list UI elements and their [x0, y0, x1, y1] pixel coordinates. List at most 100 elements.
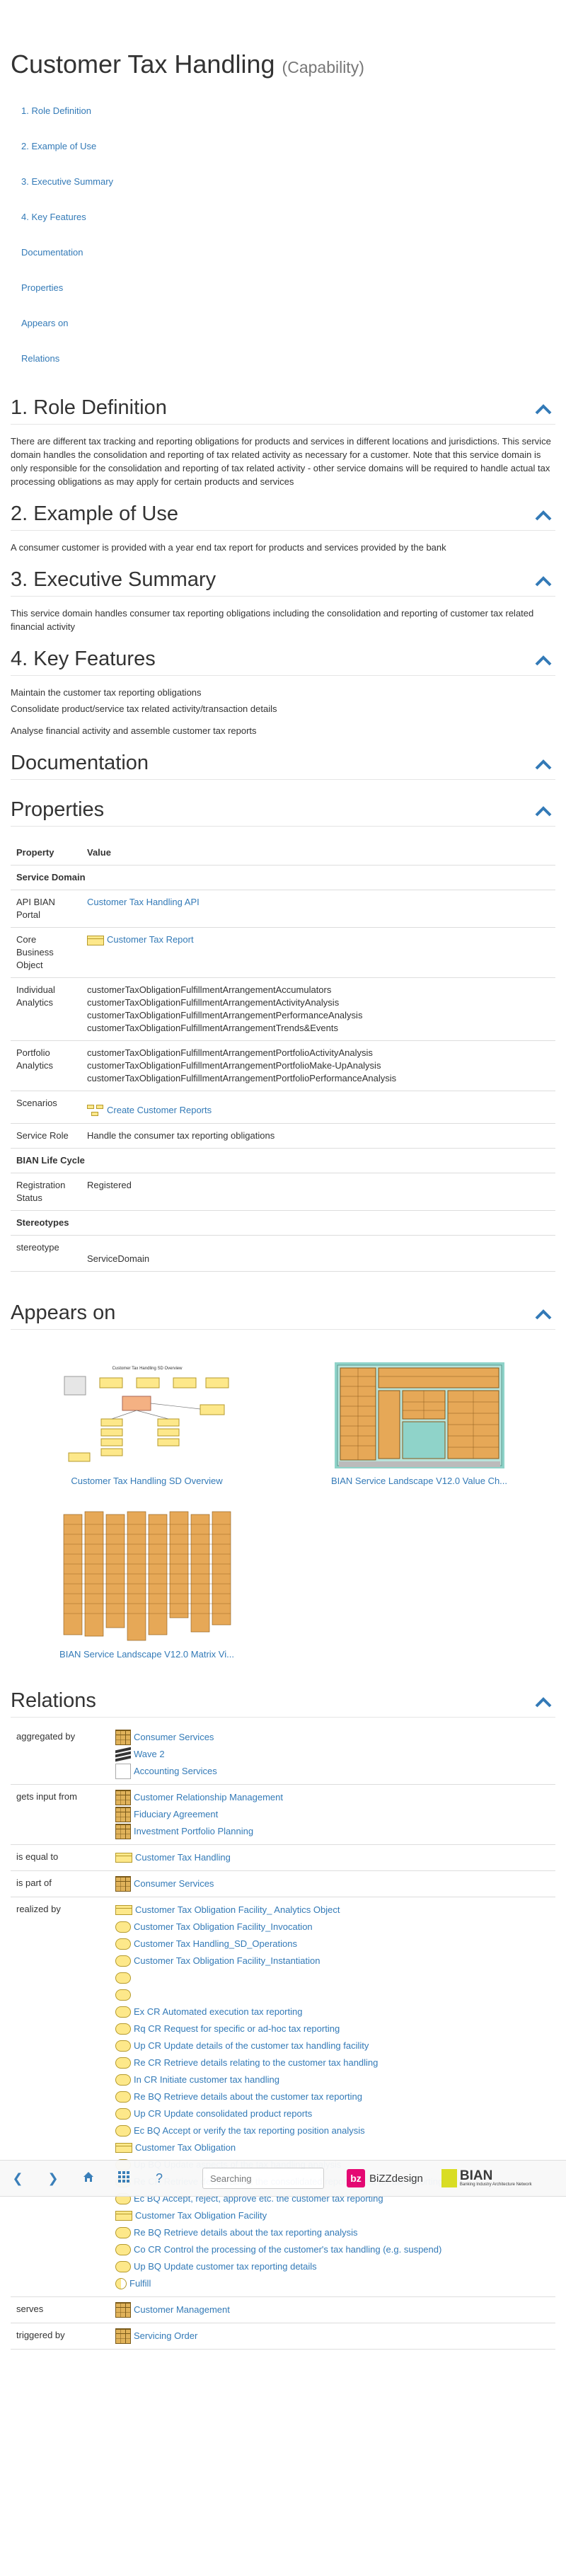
relation-link[interactable]: Co CR Control the processing of the cust… [134, 2242, 441, 2258]
relation-link[interactable]: Customer Tax Handling_SD_Operations [134, 1936, 297, 1952]
section-header-example-of-use: 2. Example of Use [11, 501, 555, 531]
section-body-key-features: Maintain the customer tax reporting obli… [11, 676, 555, 750]
relation-link[interactable]: Fiduciary Agreement [134, 1807, 218, 1822]
api-portal-link[interactable]: Customer Tax Handling API [87, 897, 200, 907]
group-label-service-domain: Service Domain [11, 865, 555, 890]
search-input[interactable] [202, 2168, 324, 2189]
business-object-icon [115, 2142, 132, 2153]
toc-link-executive-summary[interactable]: 3. Executive Summary [21, 176, 113, 187]
section-header-appears-on: Appears on [11, 1300, 555, 1330]
relation-link[interactable]: Customer Management [134, 2302, 230, 2318]
diagram-link[interactable]: BIAN Service Landscape V12.0 Matrix Vi..… [11, 1649, 283, 1660]
capability-icon [115, 2301, 131, 2318]
relation-item: Up CR Update consolidated product report… [115, 2105, 550, 2122]
page-type-label: (Capability) [282, 58, 364, 76]
section-title: Relations [11, 1689, 96, 1712]
diagram-thumbnail[interactable]: BIAN Service Landscape V12.0 Matrix Vi..… [11, 1507, 283, 1660]
relation-link[interactable]: Customer Tax Obligation Facility_Instant… [134, 1953, 320, 1969]
back-icon[interactable]: ❮ [0, 2171, 35, 2186]
relation-link[interactable]: Customer Relationship Management [134, 1790, 283, 1805]
toc-link-example-of-use[interactable]: 2. Example of Use [21, 141, 96, 151]
relation-item: Consumer Services [115, 1875, 550, 1892]
business-object-icon [115, 2210, 132, 2221]
relation-link[interactable]: Ec BQ Accept or verify the tax reporting… [134, 2123, 365, 2139]
capability-icon [115, 1729, 131, 1745]
relation-link[interactable]: In CR Initiate customer tax handling [134, 2072, 279, 2088]
toc-link-appears-on[interactable]: Appears on [21, 318, 69, 328]
relation-link[interactable]: Up BQ Update customer tax reporting deta… [134, 2259, 317, 2275]
core-business-object-link[interactable]: Customer Tax Report [107, 934, 194, 945]
relation-link[interactable]: Servicing Order [134, 2328, 197, 2344]
relation-link[interactable]: Customer Tax Obligation Facility [135, 2208, 267, 2224]
capability-icon [115, 1789, 131, 1805]
relation-link[interactable]: Ex CR Automated execution tax reporting [134, 2004, 302, 2020]
relation-link[interactable]: Re BQ Retrieve details about the custome… [134, 2089, 362, 2105]
capability-icon [115, 1875, 131, 1892]
relation-link[interactable]: Consumer Services [134, 1730, 214, 1745]
relation-link[interactable]: Customer Tax Obligation Facility_Invocat… [134, 1919, 313, 1935]
relation-link[interactable]: Rq CR Request for specific or ad-hoc tax… [134, 2021, 340, 2037]
bian-logo-mark [441, 2169, 457, 2187]
section-header-key-features: 4. Key Features [11, 646, 555, 676]
chevron-up-icon[interactable] [534, 653, 553, 667]
section-title: 2. Example of Use [11, 502, 178, 525]
property-value: Handle the consumer tax reporting obliga… [81, 1122, 555, 1149]
chevron-up-icon[interactable] [534, 804, 553, 818]
toc-link-role-definition[interactable]: 1. Role Definition [21, 105, 91, 116]
diagram-thumbnail[interactable]: BIAN Service Landscape V12.0 Value Ch... [283, 1355, 555, 1486]
relation-link[interactable]: Customer Tax Handling [135, 1850, 231, 1865]
property-label: Core Business Object [11, 927, 81, 978]
chevron-up-icon[interactable] [534, 1307, 553, 1321]
relation-link[interactable]: Customer Tax Obligation [135, 2140, 236, 2156]
relation-link[interactable]: Up CR Update consolidated product report… [134, 2106, 312, 2122]
relation-label: is part of [11, 1870, 110, 1897]
toc-item: Properties [21, 277, 555, 313]
matrix-view-diagram-image [62, 1510, 232, 1642]
event-icon [115, 2277, 127, 2289]
relation-link[interactable]: Customer Tax Obligation Facility_ Analyt… [135, 1902, 340, 1918]
diagram-link[interactable]: BIAN Service Landscape V12.0 Value Ch... [283, 1476, 555, 1486]
relation-label: serves [11, 2296, 110, 2323]
relation-link[interactable]: Consumer Services [134, 1876, 214, 1892]
chevron-up-icon[interactable] [534, 574, 553, 588]
relation-link[interactable]: Re BQ Retrieve details about the tax rep… [134, 2225, 358, 2241]
toc-link-properties[interactable]: Properties [21, 282, 63, 293]
relation-link[interactable]: Accounting Services [134, 1764, 217, 1779]
forward-icon[interactable]: ❯ [35, 2171, 71, 2186]
relation-link[interactable]: Investment Portfolio Planning [134, 1824, 253, 1839]
relation-item: Customer Tax Obligation Facility_Invocat… [115, 1919, 550, 1936]
help-icon[interactable]: ? [142, 2171, 177, 2186]
chevron-up-icon[interactable] [534, 402, 553, 416]
bizzdesign-logo-mark: bz [347, 2169, 365, 2187]
business-function-icon [115, 1955, 131, 1967]
toc-link-relations[interactable]: Relations [21, 353, 59, 364]
section-header-documentation: Documentation [11, 750, 555, 780]
chevron-up-icon[interactable] [534, 757, 553, 771]
relation-link[interactable]: Wave 2 [134, 1747, 165, 1762]
section-header-properties: Properties [11, 797, 555, 827]
sd-overview-diagram-image: Customer Tax Handling SD Overview [58, 1362, 236, 1468]
chevron-up-icon[interactable] [534, 508, 553, 522]
scenario-link[interactable]: Create Customer Reports [107, 1105, 212, 1115]
home-icon[interactable] [71, 2171, 106, 2186]
relation-values: Consumer Services Wave 2 Accounting Servic… [110, 1724, 555, 1785]
toc-link-documentation[interactable]: Documentation [21, 247, 83, 258]
business-function-icon [115, 2040, 131, 2052]
relation-link[interactable]: Fulfill [129, 2276, 151, 2292]
bottom-navbar: ❮ ❯ ? bz BiZZdesign BIAN Banking Industr… [0, 2160, 566, 2197]
business-object-icon [115, 1852, 132, 1863]
relation-link[interactable]: Up CR Update details of the customer tax… [134, 2038, 369, 2054]
grid-view-icon[interactable] [106, 2170, 142, 2186]
property-value: Registered [81, 1172, 555, 1211]
relation-item: In CR Initiate customer tax handling [115, 2071, 550, 2088]
relation-link[interactable]: Re CR Retrieve details relating to the c… [134, 2055, 378, 2071]
property-row: API BIAN Portal Customer Tax Handling AP… [11, 890, 555, 928]
toc-link-key-features[interactable]: 4. Key Features [21, 212, 86, 222]
diagram-thumbnail[interactable]: Customer Tax Handling SD Overview Custom… [11, 1355, 283, 1486]
chevron-up-icon[interactable] [534, 1695, 553, 1709]
section-title: 1. Role Definition [11, 396, 167, 419]
property-label: Portfolio Analytics [11, 1040, 81, 1091]
diagram-link[interactable]: Customer Tax Handling SD Overview [11, 1476, 283, 1486]
relation-item: Re CR Retrieve details relating to the c… [115, 2054, 550, 2071]
relation-values: Consumer Services [110, 1870, 555, 1897]
